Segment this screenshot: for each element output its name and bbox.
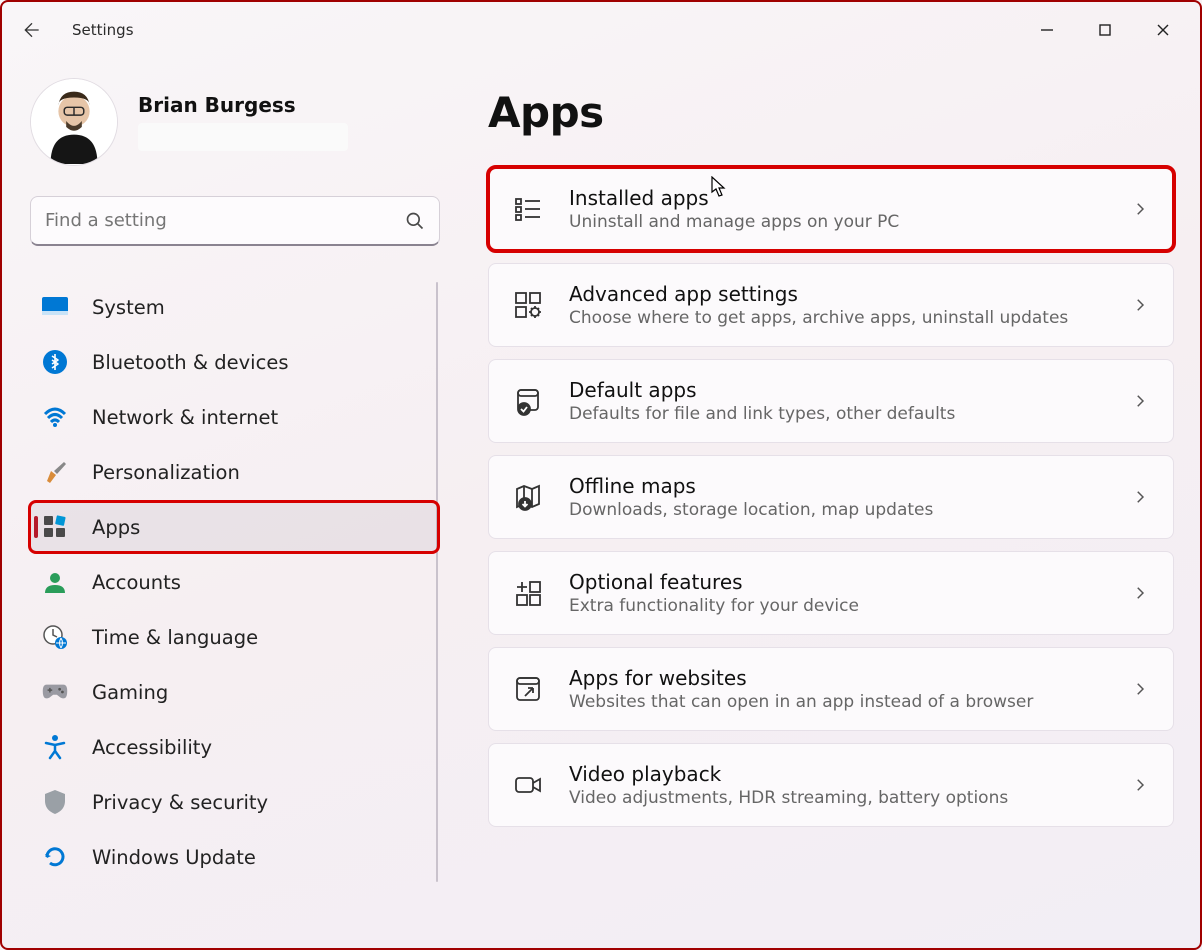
card-subtitle: Extra functionality for your device <box>569 596 1105 616</box>
chevron-right-icon <box>1131 584 1149 602</box>
nav-list: System Bluetooth & devices Network & int… <box>30 282 452 882</box>
card-title: Video playback <box>569 762 1105 786</box>
chevron-right-icon <box>1131 200 1149 218</box>
chevron-right-icon <box>1131 488 1149 506</box>
card-subtitle: Defaults for file and link types, other … <box>569 404 1105 424</box>
sidebar: Brian Burgess System Bluetooth & devices <box>2 58 462 948</box>
sidebar-item-accounts[interactable]: Accounts <box>30 557 438 607</box>
card-subtitle: Choose where to get apps, archive apps, … <box>569 308 1105 328</box>
sidebar-item-label: Accessibility <box>92 736 212 759</box>
sidebar-item-label: Gaming <box>92 681 168 704</box>
update-icon <box>42 844 68 870</box>
sidebar-item-network[interactable]: Network & internet <box>30 392 438 442</box>
apps-for-websites-icon <box>513 674 543 704</box>
sidebar-item-apps[interactable]: Apps <box>30 502 438 552</box>
card-optional-features[interactable]: Optional features Extra functionality fo… <box>488 551 1174 635</box>
profile-name: Brian Burgess <box>138 93 348 117</box>
sidebar-item-label: Network & internet <box>92 406 278 429</box>
card-apps-for-websites[interactable]: Apps for websites Websites that can open… <box>488 647 1174 731</box>
back-arrow-icon <box>22 20 42 40</box>
advanced-settings-icon <box>513 290 543 320</box>
installed-apps-icon <box>513 194 543 224</box>
sidebar-item-label: Personalization <box>92 461 240 484</box>
gamepad-icon <box>42 679 68 705</box>
maximize-button[interactable] <box>1076 8 1134 52</box>
card-offline-maps[interactable]: Offline maps Downloads, storage location… <box>488 455 1174 539</box>
search-input[interactable] <box>45 210 395 231</box>
sidebar-item-gaming[interactable]: Gaming <box>30 667 438 717</box>
close-button[interactable] <box>1134 8 1192 52</box>
sidebar-item-label: Accounts <box>92 571 181 594</box>
back-button[interactable] <box>10 8 54 52</box>
sidebar-item-label: Privacy & security <box>92 791 268 814</box>
clock-globe-icon <box>42 624 68 650</box>
card-advanced-app-settings[interactable]: Advanced app settings Choose where to ge… <box>488 263 1174 347</box>
profile-section[interactable]: Brian Burgess <box>30 78 452 166</box>
card-title: Default apps <box>569 378 1105 402</box>
title-bar: Settings <box>2 2 1200 58</box>
wifi-icon <box>42 404 68 430</box>
chevron-right-icon <box>1131 392 1149 410</box>
sidebar-item-label: Apps <box>92 516 140 539</box>
search-box[interactable] <box>30 196 440 246</box>
card-subtitle: Downloads, storage location, map updates <box>569 500 1105 520</box>
sidebar-item-personalization[interactable]: Personalization <box>30 447 438 497</box>
card-title: Apps for websites <box>569 666 1105 690</box>
sidebar-item-time-language[interactable]: Time & language <box>30 612 438 662</box>
video-icon <box>513 770 543 800</box>
profile-sub-placeholder <box>138 123 348 151</box>
card-subtitle: Video adjustments, HDR streaming, batter… <box>569 788 1105 808</box>
card-title: Offline maps <box>569 474 1105 498</box>
card-video-playback[interactable]: Video playback Video adjustments, HDR st… <box>488 743 1174 827</box>
sidebar-item-label: System <box>92 296 165 319</box>
card-title: Advanced app settings <box>569 282 1105 306</box>
bluetooth-icon <box>42 349 68 375</box>
system-icon <box>42 294 68 320</box>
sidebar-item-accessibility[interactable]: Accessibility <box>30 722 438 772</box>
accessibility-icon <box>42 734 68 760</box>
card-subtitle: Websites that can open in an app instead… <box>569 692 1105 712</box>
default-apps-icon <box>513 386 543 416</box>
avatar <box>30 78 118 166</box>
sidebar-item-privacy[interactable]: Privacy & security <box>30 777 438 827</box>
shield-icon <box>42 789 68 815</box>
card-title: Installed apps <box>569 186 1105 210</box>
close-icon <box>1156 23 1170 37</box>
sidebar-item-label: Bluetooth & devices <box>92 351 288 374</box>
apps-icon <box>42 514 68 540</box>
card-title: Optional features <box>569 570 1105 594</box>
search-icon <box>405 211 425 231</box>
chevron-right-icon <box>1131 680 1149 698</box>
card-default-apps[interactable]: Default apps Defaults for file and link … <box>488 359 1174 443</box>
page-title: Apps <box>488 88 1174 137</box>
optional-features-icon <box>513 578 543 608</box>
sidebar-item-windows-update[interactable]: Windows Update <box>30 832 438 882</box>
sidebar-item-label: Windows Update <box>92 846 256 869</box>
minimize-icon <box>1040 23 1054 37</box>
minimize-button[interactable] <box>1018 8 1076 52</box>
sidebar-item-bluetooth[interactable]: Bluetooth & devices <box>30 337 438 387</box>
app-title: Settings <box>72 21 134 39</box>
chevron-right-icon <box>1131 296 1149 314</box>
settings-cards: Installed apps Uninstall and manage apps… <box>488 167 1174 827</box>
card-installed-apps[interactable]: Installed apps Uninstall and manage apps… <box>488 167 1174 251</box>
sidebar-item-system[interactable]: System <box>30 282 438 332</box>
accounts-icon <box>42 569 68 595</box>
content-area: Apps Installed apps Uninstall and manage… <box>462 58 1200 948</box>
paintbrush-icon <box>42 459 68 485</box>
chevron-right-icon <box>1131 776 1149 794</box>
map-icon <box>513 482 543 512</box>
maximize-icon <box>1098 23 1112 37</box>
card-subtitle: Uninstall and manage apps on your PC <box>569 212 1105 232</box>
sidebar-item-label: Time & language <box>92 626 258 649</box>
